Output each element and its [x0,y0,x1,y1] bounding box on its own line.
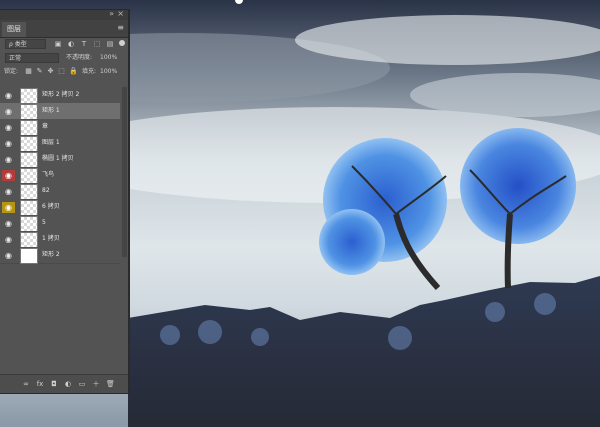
layer-row[interactable]: ◉ 图层 1 [0,135,120,152]
layer-name: 5 [42,219,46,226]
smart-object-filter-icon[interactable]: ▤ [106,40,114,48]
tab-row: 图层 ≡ [0,20,128,38]
layers-scrollbar[interactable] [122,87,127,257]
lock-artboard-icon[interactable]: ⬚ [58,68,65,75]
lock-transparent-icon[interactable]: ▦ [25,68,32,75]
layer-name: 1 拷贝 [42,235,60,242]
layer-row[interactable]: ◉ 飞鸟 [0,167,120,184]
layer-name: 6 拷贝 [42,203,60,210]
layer-thumbnail [20,168,38,184]
blend-opacity-row: 正常 不透明度: 100% [0,51,128,65]
layer-thumbnail [20,248,38,264]
type-filter-icon[interactable]: T [80,40,88,48]
eye-icon[interactable]: ◉ [2,138,15,149]
shape-filter-icon[interactable]: ⬚ [93,40,101,48]
lock-move-icon[interactable]: ✥ [47,68,54,75]
close-icon[interactable]: × [117,9,124,19]
image-filter-icon[interactable]: ▣ [54,40,62,48]
layer-thumbnail [20,152,38,168]
layer-name: 章 [42,123,49,130]
layer-row[interactable]: ◉ 82 [0,183,120,200]
blend-mode-value: 正常 [9,55,22,62]
trash-icon[interactable]: 🗑 [106,380,115,388]
layer-row[interactable]: ◉ 6 拷贝 [0,199,120,216]
collapse-icon[interactable]: » [109,9,114,19]
layer-name: 飞鸟 [42,171,55,178]
panel-footer: ∞ fx ◘ ◐ ▭ ＋ 🗑 [0,374,128,393]
layer-name: 82 [42,187,50,194]
layer-name: 矩形 2 [42,251,60,258]
link-icon[interactable]: ∞ [22,380,30,388]
tab-layers-label: 图层 [7,25,21,33]
mask-icon[interactable]: ◘ [50,380,58,388]
opacity-label: 不透明度: [66,54,93,61]
eye-icon[interactable]: ◉ [2,234,15,245]
adjustment-filter-icon[interactable]: ◐ [67,40,75,48]
layer-thumbnail [20,88,38,104]
filter-row: ρ 类型 ▣ ◐ T ⬚ ▤ [0,37,128,51]
eye-icon[interactable]: ◉ [2,122,15,133]
eye-icon[interactable]: ◉ [2,106,15,117]
layer-list: ◉ 矩形 2 拷贝 2 ◉ 矩形 1 ◉ 章 ◉ 图层 1 ◉ 椭圆 1 拷贝 … [0,87,128,267]
eye-icon[interactable]: ◉ [2,250,15,261]
blend-mode-select[interactable]: 正常 [5,53,59,63]
menu-icon[interactable]: ≡ [117,23,124,33]
layer-thumbnail [20,136,38,152]
adjustment-icon[interactable]: ◐ [64,380,72,388]
lock-brush-icon[interactable]: ✎ [36,68,43,75]
layer-name: 图层 1 [42,139,60,146]
layer-thumbnail [20,232,38,248]
lock-label: 锁定: [4,68,19,75]
layer-thumbnail [20,216,38,232]
opacity-value[interactable]: 100% [100,53,117,63]
eye-icon[interactable]: ◉ [2,90,15,101]
fill-value[interactable]: 100% [100,67,117,77]
filter-select[interactable]: ρ 类型 [5,39,46,49]
layer-row[interactable]: ◉ 矩形 1 [0,103,120,120]
layer-name: 矩形 2 拷贝 2 [42,91,80,98]
layer-thumbnail [20,200,38,216]
eye-icon[interactable]: ◉ [2,186,15,197]
filter-toggle[interactable] [119,40,125,46]
panel-topbar: » × [0,9,128,20]
lock-fill-row: 锁定: ▦ ✎ ✥ ⬚ 🔒 填充: 100% [0,65,128,79]
layer-row[interactable]: ◉ 1 拷贝 [0,231,120,248]
filter-label: ρ 类型 [9,41,27,48]
layer-thumbnail [20,104,38,120]
eye-icon[interactable]: ◉ [2,170,15,181]
layer-row[interactable]: ◉ 矩形 2 [0,247,120,264]
layer-name: 椭圆 1 拷贝 [42,155,74,162]
folder-icon[interactable]: ▭ [78,380,86,388]
layer-row[interactable]: ◉ 5 [0,215,120,232]
fx-icon[interactable]: fx [36,380,44,388]
layer-thumbnail [20,120,38,136]
layer-row[interactable]: ◉ 章 [0,119,120,136]
layers-panel: » × 图层 ≡ ρ 类型 ▣ ◐ T ⬚ ▤ 正常 不透明度: 100% 锁定… [0,9,129,393]
layer-row[interactable]: ◉ 椭圆 1 拷贝 [0,151,120,168]
layer-name: 矩形 1 [42,107,60,114]
fill-label: 填充: [82,68,97,75]
eye-icon[interactable]: ◉ [2,202,15,213]
eye-icon[interactable]: ◉ [2,154,15,165]
layer-row[interactable]: ◉ 矩形 2 拷贝 2 [0,87,120,104]
lock-icon[interactable]: 🔒 [69,68,78,75]
layer-thumbnail [20,184,38,200]
eye-icon[interactable]: ◉ [2,218,15,229]
tab-layers[interactable]: 图层 [2,22,26,37]
new-layer-icon[interactable]: ＋ [92,380,100,388]
